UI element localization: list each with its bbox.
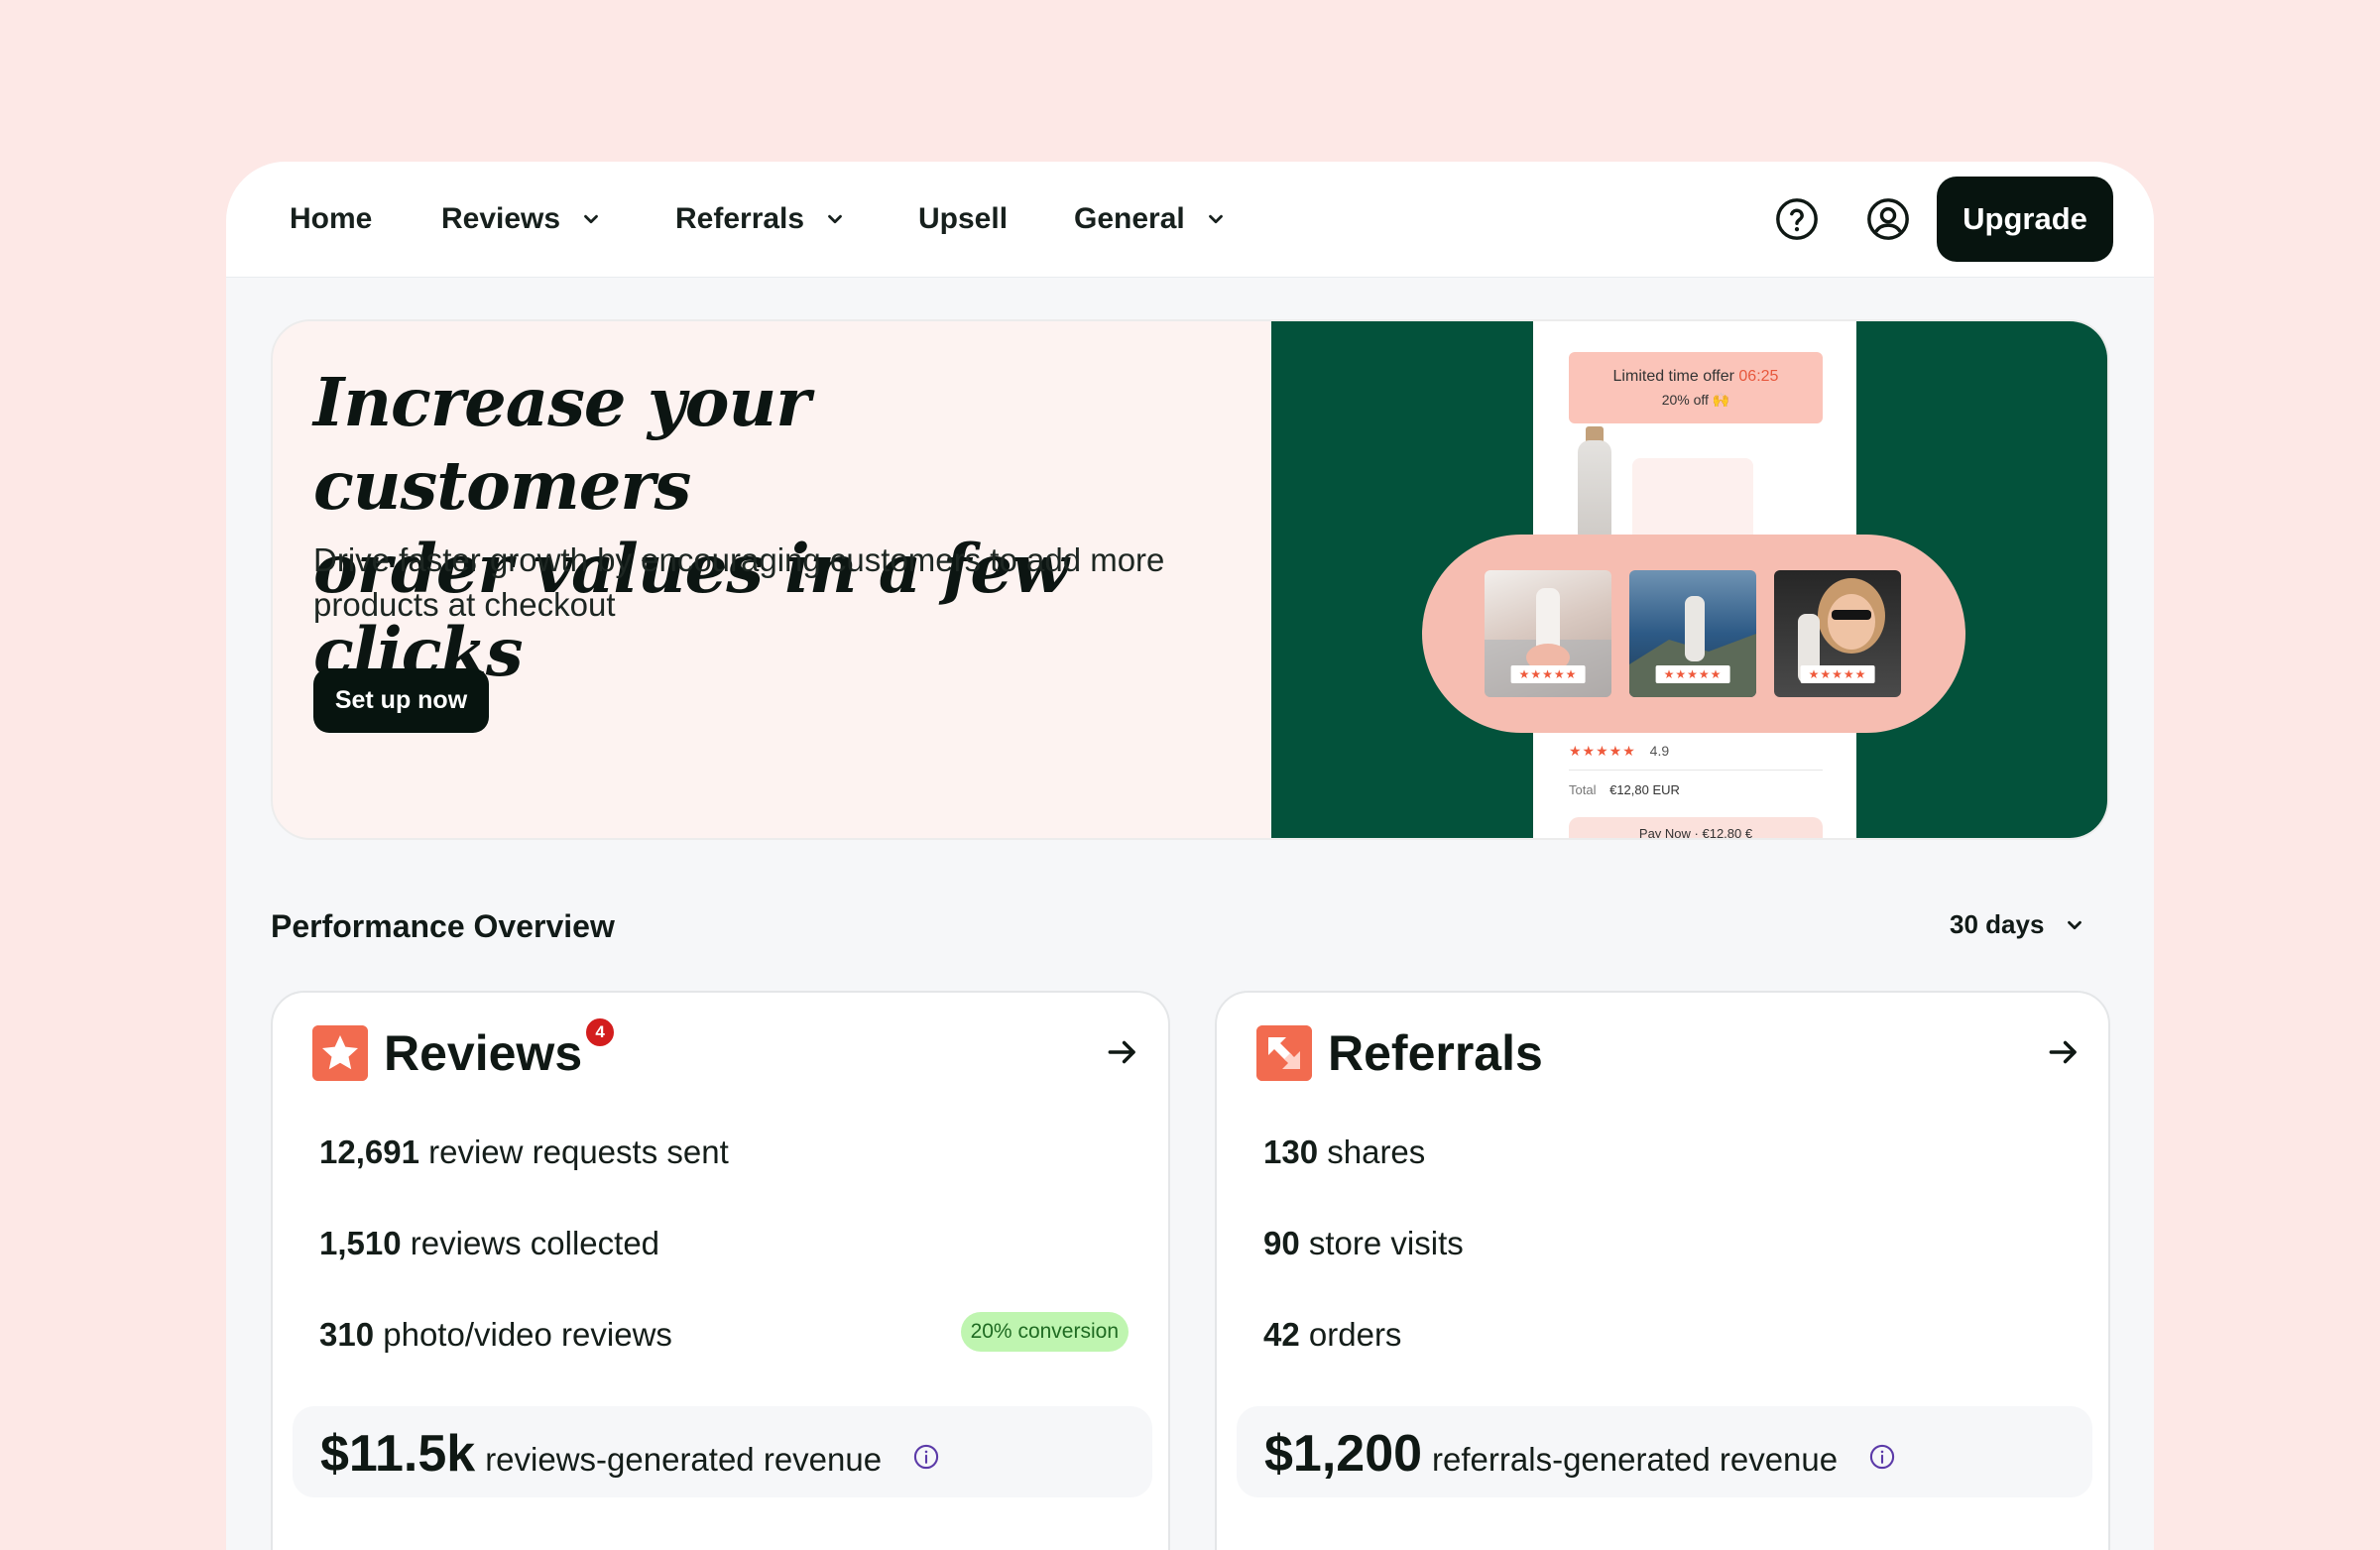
upgrade-button[interactable]: Upgrade xyxy=(1937,177,2113,262)
review-photos-pill: ★★★★★ ★★★★★ ★★★★★ xyxy=(1422,535,1965,733)
photo-stars: ★★★★★ xyxy=(1800,665,1875,683)
star-icon xyxy=(312,1025,368,1081)
total-label: Total xyxy=(1569,782,1597,797)
hero-title: Increase your customers order values in … xyxy=(313,361,1206,694)
nav-reviews[interactable]: Reviews xyxy=(441,162,602,277)
photo-stars: ★★★★★ xyxy=(1655,665,1730,683)
rating-value: 4.9 xyxy=(1649,743,1670,759)
review-photo: ★★★★★ xyxy=(1629,570,1756,697)
metric-value: 42 xyxy=(1263,1316,1300,1353)
pay-now-preview: Pay Now · €12,80 € xyxy=(1569,817,1823,838)
offer-banner: Limited time offer 06:25 20% off 🙌 xyxy=(1569,352,1823,423)
metric-value: 90 xyxy=(1263,1225,1300,1261)
offer-timer: 06:25 xyxy=(1738,368,1779,385)
review-photo: ★★★★★ xyxy=(1485,570,1611,697)
bottle-image xyxy=(1578,440,1611,537)
arrow-right-icon[interactable] xyxy=(1104,1033,1141,1071)
nav-general[interactable]: General xyxy=(1074,162,1227,277)
reviews-card-title: Reviews 4 xyxy=(384,1016,617,1082)
reviews-card-header: Reviews 4 xyxy=(312,1016,617,1082)
metric-reviews-collected: 1,510 reviews collected xyxy=(319,1225,659,1262)
reviews-title-text: Reviews xyxy=(384,1025,583,1081)
referrals-card-title: Referrals xyxy=(1328,1025,1543,1081)
divider xyxy=(1569,770,1823,771)
user-circle-icon[interactable] xyxy=(1865,196,1911,242)
offer-text: Limited time offer xyxy=(1612,368,1734,385)
help-circle-icon[interactable] xyxy=(1774,196,1820,242)
nav-referrals[interactable]: Referrals xyxy=(675,162,846,277)
nav-upsell-label: Upsell xyxy=(918,202,1009,235)
metric-label: review requests sent xyxy=(428,1133,729,1170)
reviews-revenue-box: $11.5k reviews-generated revenue xyxy=(293,1406,1152,1497)
metric-value: 310 xyxy=(319,1316,375,1353)
metric-label: shares xyxy=(1327,1133,1426,1170)
referrals-card-header: Referrals xyxy=(1256,1024,1543,1082)
chevron-down-icon xyxy=(828,214,842,224)
upsell-hero-banner: Increase your customers order values in … xyxy=(271,319,2109,840)
offer-discount: 20% off 🙌 xyxy=(1661,392,1730,408)
reviews-card: Reviews 4 12,691 review requests sent 1,… xyxy=(271,991,1170,1550)
metric-shares: 130 shares xyxy=(1263,1133,1425,1171)
revenue-label: reviews-generated revenue xyxy=(485,1441,883,1478)
date-range-label: 30 days xyxy=(1950,909,2045,939)
metric-label: store visits xyxy=(1308,1225,1464,1261)
metric-store-visits: 90 store visits xyxy=(1263,1225,1464,1262)
conversion-badge: 20% conversion xyxy=(960,1312,1129,1352)
rating-stars: ★★★★★ xyxy=(1569,743,1636,759)
hero-illustration: Limited time offer 06:25 20% off 🙌 ★★★★★… xyxy=(1271,321,2107,838)
total-value: €12,80 EUR xyxy=(1609,782,1680,797)
top-nav: Home Reviews Referrals Upsell General Up… xyxy=(226,162,2154,277)
setup-now-button[interactable]: Set up now xyxy=(313,668,489,733)
photo-stars: ★★★★★ xyxy=(1510,665,1586,683)
nav-home[interactable]: Home xyxy=(290,162,372,277)
review-photo: ★★★★★ xyxy=(1774,570,1901,697)
nav-general-label: General xyxy=(1074,202,1185,235)
arrow-right-icon[interactable] xyxy=(2045,1033,2082,1071)
metric-value: 1,510 xyxy=(319,1225,402,1261)
referrals-card: Referrals 130 shares 90 store visits 42 … xyxy=(1215,991,2110,1550)
revenue-label: referrals-generated revenue xyxy=(1432,1441,1839,1478)
hero-subtitle: Drive faster growth by encouraging custo… xyxy=(313,541,1165,623)
info-icon[interactable] xyxy=(1868,1443,1896,1471)
metric-value: 12,691 xyxy=(319,1133,419,1170)
metric-orders: 42 orders xyxy=(1263,1316,1401,1354)
nav-home-label: Home xyxy=(290,202,373,235)
nav-upsell[interactable]: Upsell xyxy=(918,162,1008,277)
chevron-down-icon xyxy=(2068,920,2082,929)
metric-value: 130 xyxy=(1263,1133,1319,1170)
nav-referrals-label: Referrals xyxy=(675,202,805,235)
performance-overview-title: Performance Overview xyxy=(271,908,615,944)
metric-label: photo/video reviews xyxy=(383,1316,672,1353)
date-range-select[interactable]: 30 days xyxy=(1950,909,2085,940)
hero-title-line1: Increase your customers xyxy=(313,363,810,525)
chevron-down-icon xyxy=(1208,214,1223,224)
info-icon[interactable] xyxy=(912,1443,940,1471)
metric-label: reviews collected xyxy=(410,1225,660,1261)
nav-reviews-label: Reviews xyxy=(441,202,561,235)
notification-badge: 4 xyxy=(584,1016,617,1048)
metric-photo-reviews: 310 photo/video reviews xyxy=(319,1316,672,1354)
referral-arrows-icon xyxy=(1256,1025,1312,1081)
app-window: Home Reviews Referrals Upsell General Up… xyxy=(226,162,2154,1550)
referrals-revenue-box: $1,200 referrals-generated revenue xyxy=(1237,1406,2092,1497)
metric-review-requests: 12,691 review requests sent xyxy=(319,1133,729,1171)
metric-label: orders xyxy=(1308,1316,1402,1353)
total-row: Total €12,80 EUR xyxy=(1569,782,1680,797)
revenue-value: $11.5k xyxy=(320,1425,476,1483)
chevron-down-icon xyxy=(584,214,598,224)
product-rating: ★★★★★ 4.9 xyxy=(1569,743,1669,760)
revenue-value: $1,200 xyxy=(1264,1425,1423,1483)
